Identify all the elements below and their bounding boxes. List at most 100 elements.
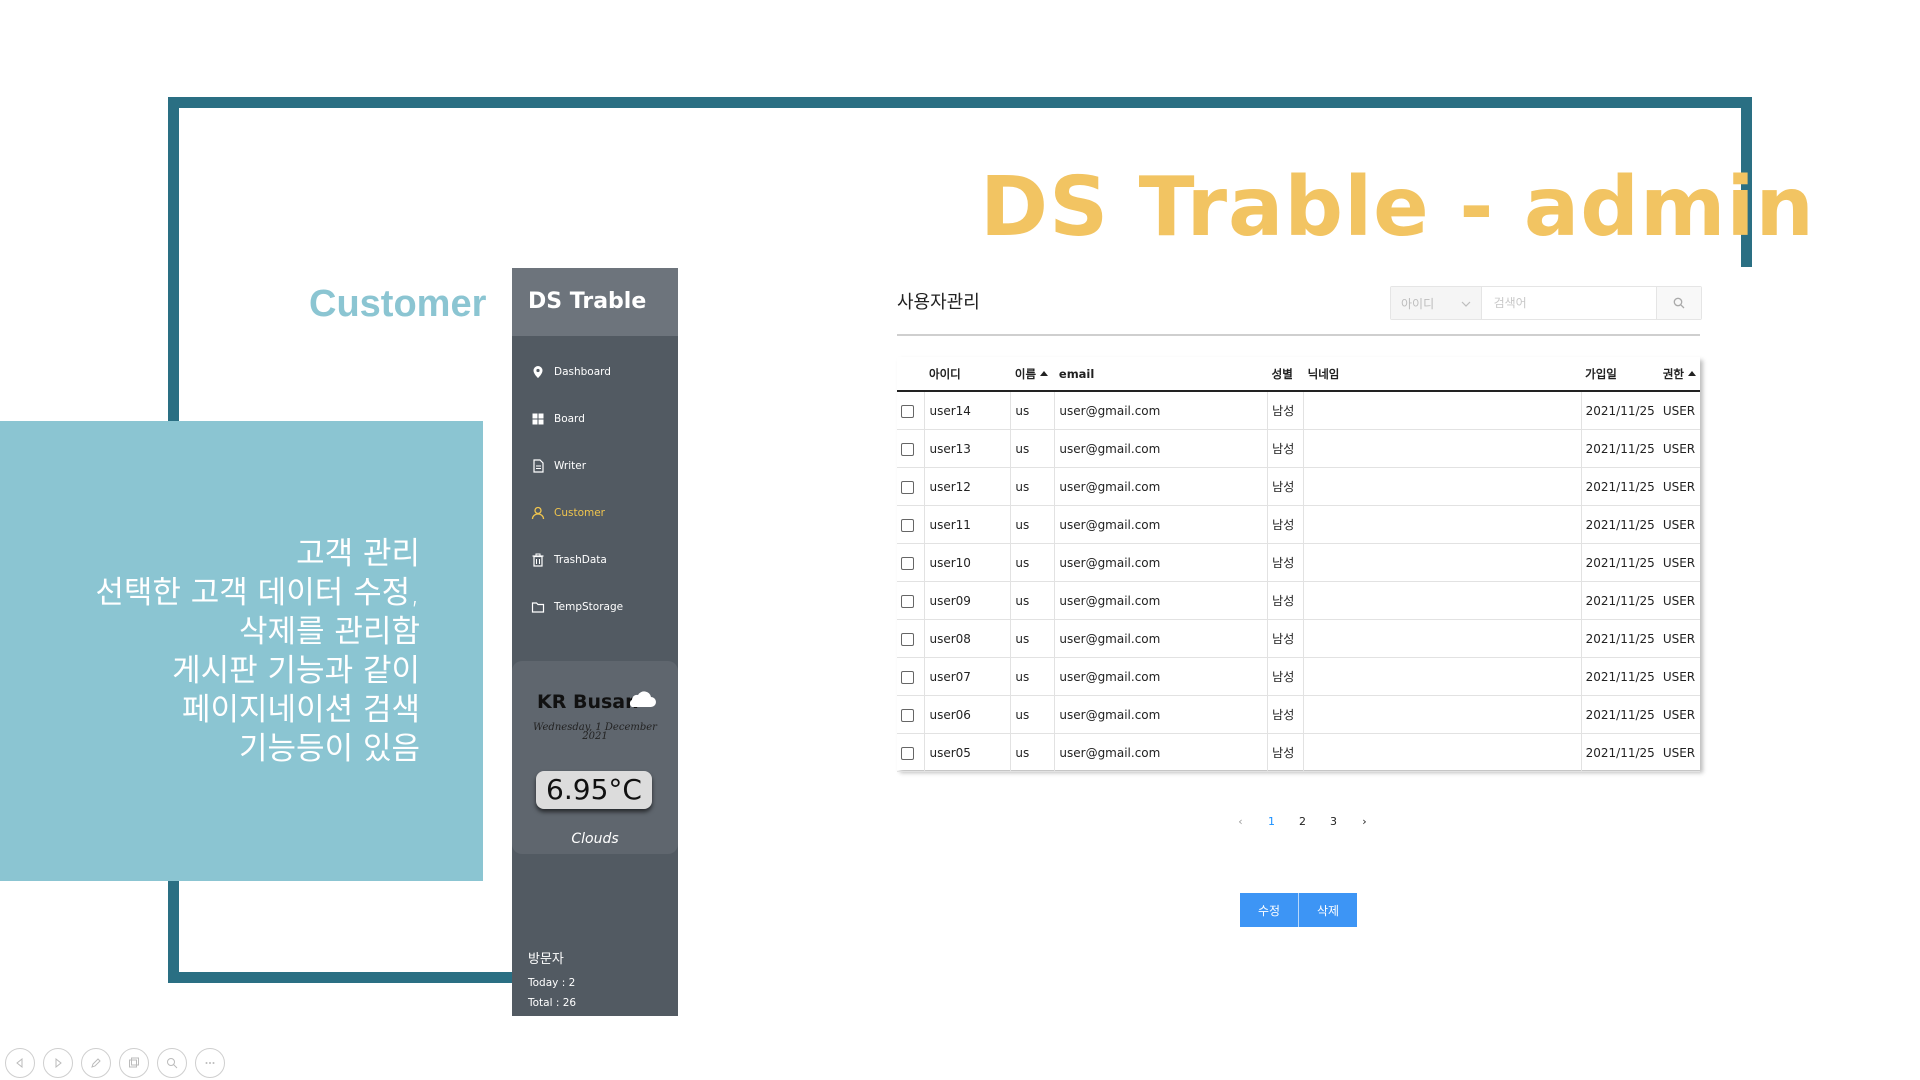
location-pin-icon (531, 365, 545, 379)
search-field-select[interactable]: 아이디 (1391, 287, 1482, 319)
cell-role: USER (1658, 543, 1700, 582)
row-checkbox[interactable] (901, 594, 914, 608)
row-checkbox-cell (897, 391, 925, 430)
search-button[interactable] (1655, 287, 1701, 319)
header-role[interactable]: 권한 (1658, 357, 1700, 392)
slide-overview-button[interactable] (119, 1048, 149, 1078)
table-row[interactable]: user12 us user@gmail.com 남성 2021/11/25 U… (897, 467, 1700, 506)
cell-role: USER (1658, 429, 1700, 468)
user-icon (531, 506, 545, 520)
weather-date: Wednesday, 1 December 2021 (533, 722, 657, 742)
cell-name: us (1010, 467, 1055, 506)
chevron-down-icon (1461, 296, 1471, 310)
header-id[interactable]: 아이디 (924, 357, 1011, 392)
search-input[interactable] (1481, 287, 1656, 319)
description-line: 선택한 고객 데이터 수정, (95, 575, 420, 611)
slide-frame-bottom (168, 972, 518, 983)
description-text: 고객 관리 선택한 고객 데이터 수정, 삭제를 관리함 게시판 기능과 같이 … (95, 535, 420, 769)
header-email[interactable]: email (1054, 357, 1268, 392)
pagination: ‹ 1 2 3 › (1225, 815, 1380, 828)
sidebar-item-writer[interactable]: Writer (512, 442, 678, 489)
cell-id: user06 (924, 695, 1011, 734)
weather-widget: KR Busan Wednesday, 1 December 2021 6.95… (512, 661, 678, 854)
cell-role: USER (1658, 505, 1700, 544)
pagination-page-1[interactable]: 1 (1256, 815, 1287, 828)
row-checkbox[interactable] (901, 632, 914, 646)
description-line: 고객 관리 (296, 536, 420, 572)
cell-nickname (1303, 657, 1582, 696)
header-gender[interactable]: 성별 (1267, 357, 1304, 392)
pagination-page-2[interactable]: 2 (1287, 815, 1318, 828)
table-row[interactable]: user14 us user@gmail.com 남성 2021/11/25 U… (897, 391, 1700, 430)
slide-title: DS Trable - admin (980, 160, 1815, 255)
header-joined[interactable]: 가입일 (1581, 357, 1659, 392)
cell-joined: 2021/11/25 (1580, 505, 1659, 544)
row-checkbox[interactable] (901, 518, 914, 532)
sidebar-item-tempstorage[interactable]: TempStorage (512, 583, 678, 630)
cell-email: user@gmail.com (1054, 657, 1268, 696)
title-divider (897, 334, 1700, 336)
row-checkbox[interactable] (901, 480, 914, 494)
cell-email: user@gmail.com (1054, 505, 1268, 544)
table-row[interactable]: user05 us user@gmail.com 남성 2021/11/25 U… (897, 733, 1700, 772)
cell-email: user@gmail.com (1054, 543, 1268, 582)
sort-asc-icon (1040, 370, 1049, 376)
description-line: 게시판 기능과 같이 (172, 653, 420, 689)
table-row[interactable]: user08 us user@gmail.com 남성 2021/11/25 U… (897, 619, 1700, 658)
row-checkbox[interactable] (901, 708, 914, 722)
cell-nickname (1303, 467, 1582, 506)
table-row[interactable]: user06 us user@gmail.com 남성 2021/11/25 U… (897, 695, 1700, 734)
cell-gender: 남성 (1267, 733, 1304, 772)
sidebar-item-dashboard[interactable]: Dashboard (512, 348, 678, 395)
row-checkbox[interactable] (901, 746, 914, 760)
cell-role: USER (1658, 733, 1700, 772)
cell-name: us (1010, 429, 1055, 468)
action-buttons: 수정 삭제 (1240, 893, 1357, 927)
more-options-button[interactable] (195, 1048, 225, 1078)
cell-nickname (1303, 391, 1582, 430)
weather-temperature: 6.95°C (536, 771, 652, 809)
table-row[interactable]: user09 us user@gmail.com 남성 2021/11/25 U… (897, 581, 1700, 620)
cell-joined: 2021/11/25 (1580, 619, 1659, 658)
sort-asc-icon (1688, 370, 1696, 376)
description-line: 페이지네이션 검색 (181, 692, 420, 728)
edit-button[interactable]: 수정 (1240, 893, 1298, 927)
delete-button[interactable]: 삭제 (1298, 893, 1357, 927)
row-checkbox[interactable] (901, 556, 914, 570)
pagination-next-button[interactable]: › (1349, 815, 1380, 828)
pen-icon (91, 1058, 101, 1068)
triangle-right-icon (55, 1058, 62, 1068)
header-name[interactable]: 이름 (1010, 357, 1055, 392)
table-row[interactable]: user13 us user@gmail.com 남성 2021/11/25 U… (897, 429, 1700, 468)
zoom-button[interactable] (157, 1048, 187, 1078)
sidebar-item-trashdata[interactable]: TrashData (512, 536, 678, 583)
table-row[interactable]: user07 us user@gmail.com 남성 2021/11/25 U… (897, 657, 1700, 696)
cell-email: user@gmail.com (1054, 733, 1268, 772)
next-slide-button[interactable] (43, 1048, 73, 1078)
cell-gender: 남성 (1267, 467, 1304, 506)
pagination-page-3[interactable]: 3 (1318, 815, 1349, 828)
cell-gender: 남성 (1267, 657, 1304, 696)
cell-gender: 남성 (1267, 543, 1304, 582)
table-row[interactable]: user11 us user@gmail.com 남성 2021/11/25 U… (897, 505, 1700, 544)
table-header-row: 아이디 이름 email 성별 닉네임 가입일 권한 (897, 357, 1700, 392)
cloud-icon (625, 689, 657, 713)
row-checkbox[interactable] (901, 670, 914, 684)
row-checkbox[interactable] (901, 404, 914, 418)
pagination-prev-button[interactable]: ‹ (1225, 815, 1256, 828)
cell-gender: 남성 (1267, 695, 1304, 734)
trash-icon (531, 553, 545, 567)
sidebar-item-board[interactable]: Board (512, 395, 678, 442)
pen-tool-button[interactable] (81, 1048, 111, 1078)
row-checkbox[interactable] (901, 442, 914, 456)
cell-role: USER (1658, 391, 1700, 430)
header-nickname[interactable]: 닉네임 (1303, 357, 1582, 392)
row-checkbox-cell (897, 467, 925, 506)
document-icon (531, 458, 545, 473)
table-row[interactable]: user10 us user@gmail.com 남성 2021/11/25 U… (897, 543, 1700, 582)
sidebar-brand[interactable]: DS Trable (512, 268, 678, 336)
previous-slide-button[interactable] (5, 1048, 35, 1078)
sidebar-item-label: Customer (554, 506, 606, 519)
slide-viewer-controls (5, 1048, 225, 1078)
sidebar-item-customer[interactable]: Customer (512, 489, 678, 536)
